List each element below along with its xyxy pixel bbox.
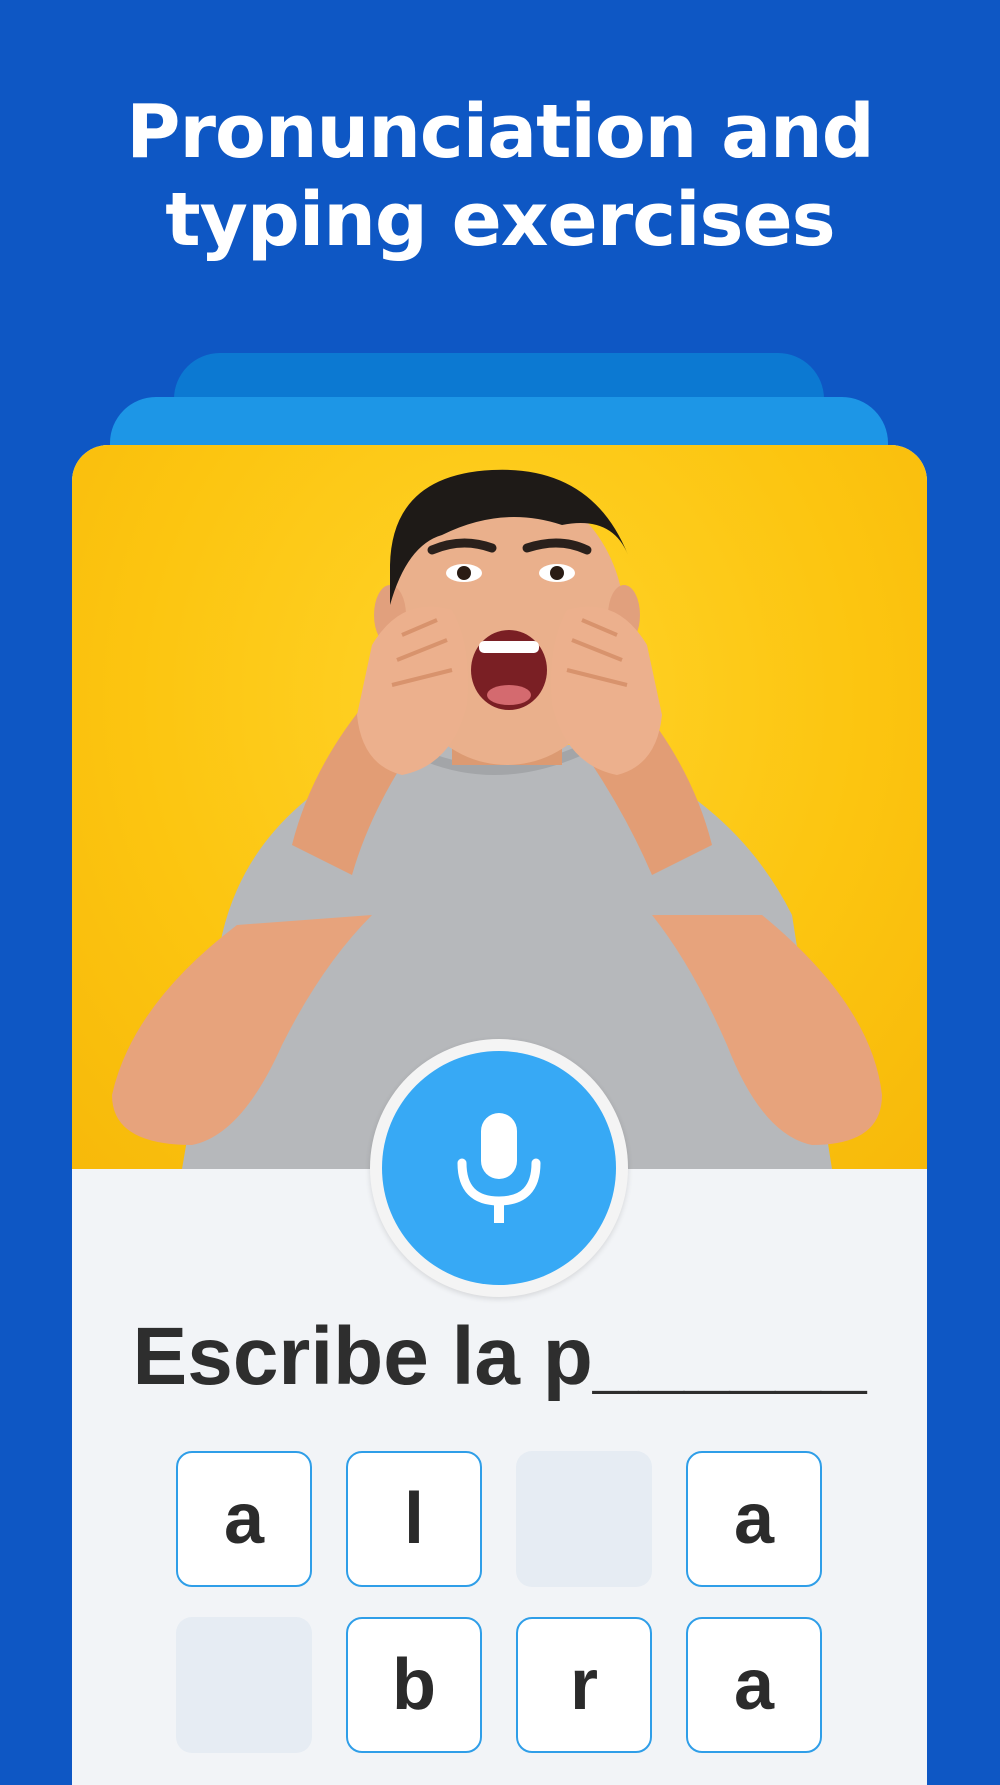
exercise-prompt: Escribe la p______ [132,1311,867,1402]
letter-tile[interactable]: a [686,1617,822,1753]
empty-letter-slot [516,1451,652,1587]
letter-tile[interactable]: r [516,1617,652,1753]
exercise-card: Escribe la p______ alabra [72,445,927,1785]
letter-tile[interactable]: l [346,1451,482,1587]
microphone-icon [457,1113,541,1223]
microphone-button[interactable] [382,1051,616,1285]
headline-line-1: Pronunciation and [126,89,874,175]
headline: Pronunciation and typing exercises [0,88,1000,264]
letter-tile[interactable]: a [176,1451,312,1587]
empty-letter-slot [176,1617,312,1753]
letter-tile[interactable]: b [346,1617,482,1753]
headline-line-2: typing exercises [165,177,835,263]
letter-tile[interactable]: a [686,1451,822,1587]
